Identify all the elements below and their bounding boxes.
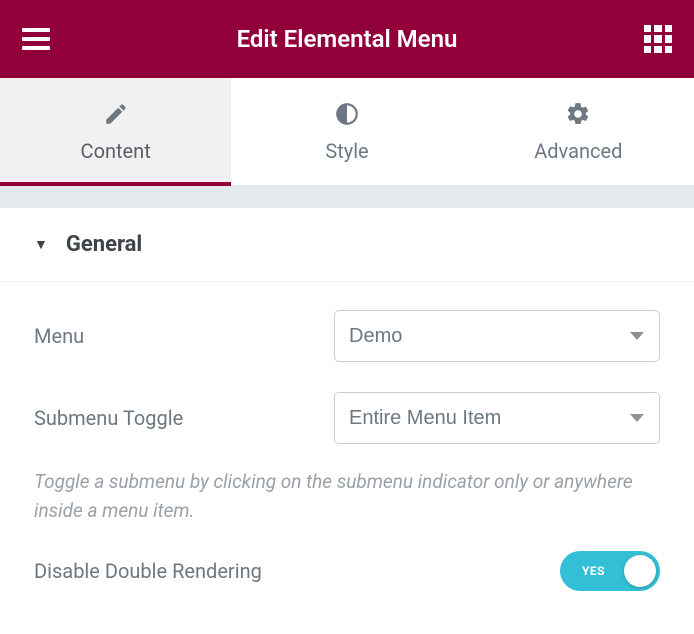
tab-style[interactable]: Style: [231, 78, 462, 185]
select-menu-wrapper: Demo: [334, 310, 660, 362]
tab-content[interactable]: Content: [0, 78, 231, 185]
gear-icon: [565, 101, 591, 127]
select-submenu-toggle-wrapper: Entire Menu Item: [334, 392, 660, 444]
label-disable-double-rendering: Disable Double Rendering: [34, 559, 262, 583]
switch-disable-double-rendering[interactable]: YES: [560, 551, 660, 591]
form-body: Menu Demo Submenu Toggle Entire Menu Ite…: [0, 282, 694, 591]
tab-divider: [0, 186, 694, 208]
help-submenu-toggle: Toggle a submenu by clicking on the subm…: [34, 468, 660, 525]
switch-knob: [624, 555, 656, 587]
tab-label: Advanced: [534, 139, 622, 163]
tab-advanced[interactable]: Advanced: [463, 78, 694, 185]
editor-header: Edit Elemental Menu: [0, 0, 694, 78]
pencil-icon: [103, 101, 129, 127]
section-header-general[interactable]: ▼ General: [0, 208, 694, 282]
header-title: Edit Elemental Menu: [50, 25, 644, 53]
row-disable-double-rendering: Disable Double Rendering YES: [34, 551, 660, 591]
tab-label: Content: [81, 139, 151, 163]
apps-grid-icon[interactable]: [644, 25, 672, 53]
row-menu: Menu Demo: [34, 310, 660, 362]
label-submenu-toggle: Submenu Toggle: [34, 406, 334, 430]
switch-state-text: YES: [582, 564, 605, 578]
editor-tabs: Content Style Advanced: [0, 78, 694, 186]
label-menu: Menu: [34, 324, 334, 348]
select-submenu-toggle[interactable]: Entire Menu Item: [334, 392, 660, 444]
tab-label: Style: [325, 139, 368, 163]
contrast-icon: [334, 101, 360, 127]
row-submenu-toggle: Submenu Toggle Entire Menu Item: [34, 392, 660, 444]
hamburger-menu-icon[interactable]: [22, 28, 50, 50]
select-menu[interactable]: Demo: [334, 310, 660, 362]
caret-down-icon: ▼: [34, 236, 48, 253]
section-title: General: [66, 232, 142, 257]
